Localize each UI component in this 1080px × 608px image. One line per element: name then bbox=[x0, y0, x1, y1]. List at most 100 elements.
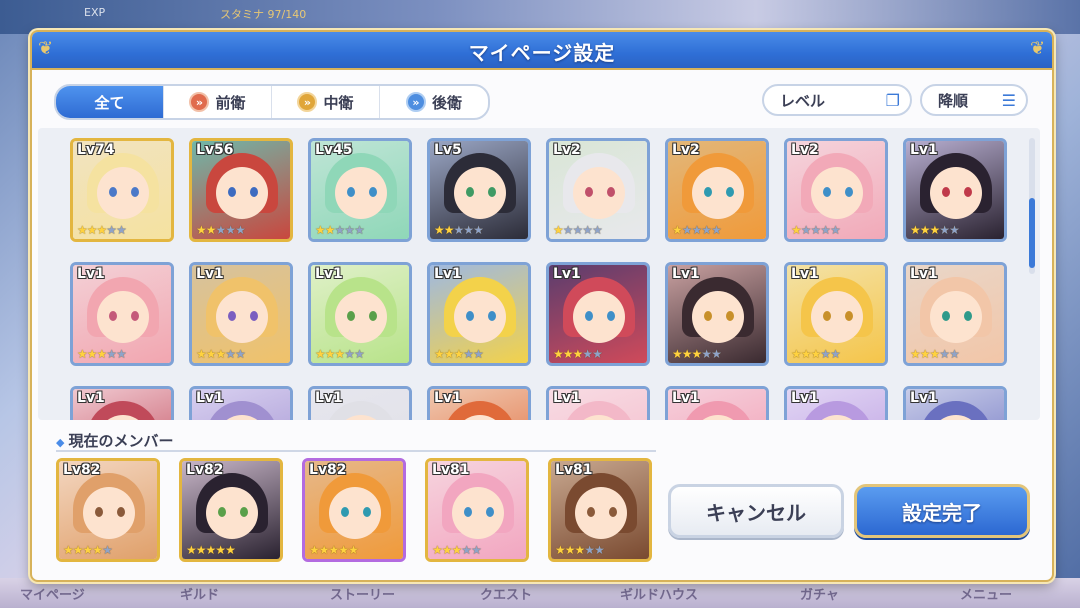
character-card[interactable]: Lv1★★★★★ bbox=[427, 386, 531, 420]
character-eye bbox=[466, 187, 474, 197]
star-icon: ★ bbox=[318, 543, 330, 557]
star-icon: ★ bbox=[324, 347, 336, 361]
star-icon: ★ bbox=[186, 543, 197, 557]
star-icon: ★ bbox=[92, 543, 103, 557]
ornament-icon: ❦ bbox=[1030, 38, 1046, 59]
character-face bbox=[83, 487, 135, 539]
rear-position-icon: » bbox=[405, 92, 426, 112]
level-label: Lv1 bbox=[553, 390, 581, 406]
star-rating: ★★★★★ bbox=[553, 223, 603, 237]
star-rating: ★★★★★ bbox=[77, 347, 127, 361]
star-rating: ★★★★★ bbox=[791, 223, 841, 237]
character-face bbox=[454, 167, 506, 219]
grid-scrollbar[interactable] bbox=[1029, 138, 1035, 274]
character-eye bbox=[845, 311, 853, 321]
level-label: Lv1 bbox=[315, 390, 343, 406]
star-icon: ★ bbox=[810, 223, 822, 237]
character-card[interactable]: Lv1★★★★★ bbox=[308, 386, 412, 420]
character-card[interactable]: Lv1★★★★★ bbox=[546, 386, 650, 420]
character-card[interactable]: Lv1★★★★★ bbox=[308, 262, 412, 366]
filter-tab-all[interactable]: 全て bbox=[56, 86, 164, 118]
level-label: Lv82 bbox=[63, 462, 101, 478]
star-icon: ★ bbox=[939, 347, 950, 361]
star-icon: ★ bbox=[574, 543, 586, 557]
character-card[interactable]: Lv56 ★★★★★ bbox=[189, 138, 293, 242]
character-card[interactable]: Lv5 ★★★★★ bbox=[427, 138, 531, 242]
star-icon: ★ bbox=[553, 223, 564, 237]
character-card[interactable]: Lv1★★★★★ bbox=[784, 262, 888, 366]
character-card[interactable]: Lv1★★★★★ bbox=[665, 386, 769, 420]
character-card[interactable]: Lv1★★★★★ bbox=[903, 138, 1007, 242]
level-label: Lv1 bbox=[910, 390, 938, 406]
character-card[interactable]: Lv2 ★★★★★ bbox=[546, 138, 650, 242]
star-icon: ★ bbox=[102, 543, 113, 557]
character-eye bbox=[609, 507, 617, 517]
level-label: Lv2 bbox=[672, 142, 700, 158]
star-icon: ★ bbox=[929, 347, 941, 361]
level-label: Lv1 bbox=[553, 266, 581, 282]
bottom-menu-item: メニュー bbox=[960, 588, 1013, 603]
star-icon: ★ bbox=[592, 223, 603, 237]
level-label: Lv1 bbox=[315, 266, 343, 282]
character-card[interactable]: Lv1★★★★★ bbox=[665, 262, 769, 366]
star-icon: ★ bbox=[344, 223, 355, 237]
front-position-icon: » bbox=[189, 92, 210, 112]
character-card[interactable]: Lv1★★★★★ bbox=[546, 262, 650, 366]
star-icon: ★ bbox=[324, 223, 336, 237]
star-icon: ★ bbox=[235, 223, 246, 237]
character-eye bbox=[726, 311, 734, 321]
character-card[interactable]: Lv45 ★★★★★ bbox=[308, 138, 412, 242]
character-card[interactable]: Lv82 ★★★★★ bbox=[302, 458, 406, 562]
character-card[interactable]: Lv81 ★★★★★ bbox=[548, 458, 652, 562]
star-icon: ★ bbox=[196, 347, 207, 361]
filter-tab-label: 前衛 bbox=[215, 93, 246, 112]
character-card[interactable]: Lv1★★★★★ bbox=[903, 262, 1007, 366]
character-eye bbox=[228, 311, 236, 321]
star-rating: ★★★★★ bbox=[196, 223, 246, 237]
star-icon: ★ bbox=[800, 223, 812, 237]
character-face bbox=[811, 291, 863, 343]
character-card[interactable]: Lv82 ★★★★★ bbox=[179, 458, 283, 562]
filter-tab-label: 全て bbox=[94, 93, 125, 112]
character-card[interactable]: Lv1★★★★★ bbox=[189, 262, 293, 366]
character-card[interactable]: Lv1★★★★★ bbox=[70, 386, 174, 420]
character-card[interactable]: Lv2 ★★★★★ bbox=[784, 138, 888, 242]
character-eye bbox=[585, 187, 593, 197]
character-grid[interactable]: Lv74 ★★★★★ Lv56 ★★★★★ Lv45 ★★★★★ Lv5 ★★★★★ Lv2 ★★… bbox=[38, 128, 1040, 420]
star-icon: ★ bbox=[432, 543, 443, 557]
character-card[interactable]: Lv82 ★★★★★ bbox=[56, 458, 160, 562]
star-icon: ★ bbox=[820, 347, 831, 361]
scrollbar-thumb[interactable] bbox=[1029, 198, 1035, 268]
star-icon: ★ bbox=[434, 347, 445, 361]
star-icon: ★ bbox=[315, 223, 326, 237]
filter-tab-middle[interactable]: » 中衛 bbox=[272, 86, 380, 118]
star-icon: ★ bbox=[711, 223, 722, 237]
star-icon: ★ bbox=[582, 223, 593, 237]
star-icon: ★ bbox=[919, 223, 931, 237]
star-icon: ★ bbox=[582, 347, 593, 361]
filter-tab-front[interactable]: » 前衛 bbox=[164, 86, 272, 118]
level-label: Lv1 bbox=[910, 142, 938, 158]
character-card[interactable]: Lv1★★★★★ bbox=[189, 386, 293, 420]
star-icon: ★ bbox=[315, 347, 326, 361]
character-card[interactable]: Lv1★★★★★ bbox=[427, 262, 531, 366]
filter-tab-rear[interactable]: » 後衛 bbox=[380, 86, 488, 118]
character-card[interactable]: Lv1★★★★★ bbox=[70, 262, 174, 366]
star-icon: ★ bbox=[443, 347, 455, 361]
character-card[interactable]: Lv74 ★★★★★ bbox=[70, 138, 174, 242]
character-face bbox=[452, 487, 504, 539]
character-card[interactable]: Lv1★★★★★ bbox=[784, 386, 888, 420]
confirm-settings-button[interactable]: 設定完了 bbox=[854, 484, 1030, 538]
character-face bbox=[216, 167, 268, 219]
character-card[interactable]: Lv81 ★★★★★ bbox=[425, 458, 529, 562]
character-card[interactable]: Lv1★★★★★ bbox=[903, 386, 1007, 420]
star-icon: ★ bbox=[672, 347, 683, 361]
character-eye bbox=[585, 311, 593, 321]
cancel-button[interactable]: キャンセル bbox=[668, 484, 844, 538]
star-icon: ★ bbox=[463, 347, 474, 361]
sort-order-button[interactable]: 降順 ☰ bbox=[920, 84, 1028, 116]
sort-key-button[interactable]: レベル ❐ bbox=[762, 84, 912, 116]
character-face bbox=[573, 167, 625, 219]
character-card[interactable]: Lv2 ★★★★★ bbox=[665, 138, 769, 242]
star-icon: ★ bbox=[800, 347, 812, 361]
